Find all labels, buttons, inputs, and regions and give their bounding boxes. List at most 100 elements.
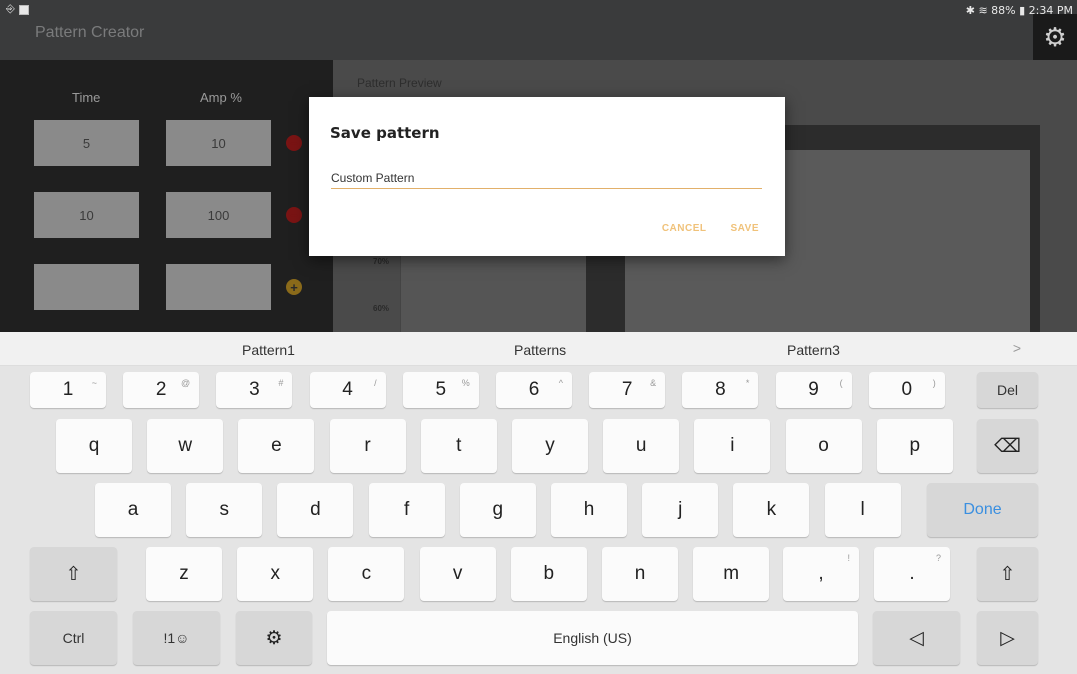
amp-field-row-3[interactable] [166, 264, 271, 310]
key-f-label: f [403, 499, 410, 520]
plus-icon: + [290, 279, 298, 295]
key-n[interactable]: n [602, 547, 678, 601]
key-i-label: i [730, 435, 735, 456]
nfc-icon: ⎆ [6, 3, 15, 15]
gear-icon: ⚙ [265, 627, 283, 649]
key-r-label: r [364, 435, 371, 456]
time-field-row-3[interactable] [34, 264, 139, 310]
key-0[interactable]: 0) [868, 372, 945, 408]
key-z[interactable]: z [146, 547, 222, 601]
key-u[interactable]: u [603, 419, 680, 473]
shift-left-key[interactable]: ⇧ [30, 547, 117, 601]
key-o[interactable]: o [785, 419, 862, 473]
key-r[interactable]: r [329, 419, 406, 473]
key-h[interactable]: h [551, 483, 627, 537]
key-2[interactable]: 2 @ [123, 372, 200, 408]
key-6-hint: ^ [558, 378, 563, 388]
key-c[interactable]: c [328, 547, 405, 601]
key-a-label: a [127, 499, 139, 520]
key-s-label: s [219, 499, 229, 520]
key-6[interactable]: 6 ^ [496, 372, 572, 408]
symbols-key[interactable]: !1☺ [133, 611, 220, 665]
suggestion-2[interactable]: Patterns [514, 342, 566, 358]
key-3-hint: # [278, 378, 284, 388]
cancel-button[interactable]: CANCEL [662, 223, 707, 234]
key-4-label: 4 [342, 379, 353, 400]
suggestion-more-icon[interactable]: > [1013, 340, 1021, 356]
key-k[interactable]: k [733, 483, 810, 537]
settings-button[interactable]: ⚙ [1033, 14, 1077, 60]
battery-icon: ▮ [1019, 4, 1026, 17]
key-w-label: w [178, 435, 193, 456]
delete-key-label: Del [996, 382, 1018, 398]
key-t-label: t [456, 435, 462, 456]
backspace-key[interactable]: ⌫ [977, 419, 1038, 473]
shift-right-key[interactable]: ⇧ [977, 547, 1038, 601]
column-header-amp: Amp % [200, 90, 242, 105]
key-9[interactable]: 9( [775, 372, 852, 408]
key-comma[interactable]: ,! [783, 547, 859, 601]
remove-row-1-button[interactable]: − [286, 135, 302, 151]
key-p-label: p [909, 435, 921, 456]
suggestion-3[interactable]: Pattern3 [787, 342, 840, 358]
ctrl-key-label: Ctrl [62, 630, 85, 646]
key-i[interactable]: i [694, 419, 771, 473]
add-row-button[interactable]: + [286, 279, 302, 295]
key-d[interactable]: d [277, 483, 354, 537]
cursor-left-key[interactable]: ◁ [873, 611, 960, 665]
key-1[interactable]: 1 ~ [30, 372, 106, 408]
pattern-table: Time Amp % 5 10 − 10 100 − + [0, 60, 333, 332]
key-7-label: 7 [621, 379, 633, 400]
space-key[interactable]: English (US) [327, 611, 858, 665]
gear-icon: ⚙ [1043, 21, 1067, 52]
key-period[interactable]: .? [874, 547, 950, 601]
done-key[interactable]: Done [927, 483, 1038, 537]
key-m[interactable]: m [693, 547, 770, 601]
key-comma-hint: ! [847, 553, 850, 563]
key-j-label: j [678, 499, 683, 520]
key-v-label: v [452, 563, 463, 584]
key-1-hint: ~ [91, 378, 97, 388]
pattern-name-input[interactable] [331, 167, 762, 189]
key-3[interactable]: 3 # [216, 372, 293, 408]
key-t[interactable]: t [420, 419, 497, 473]
save-button[interactable]: SAVE [731, 223, 760, 234]
key-l[interactable]: l [824, 483, 901, 537]
key-q[interactable]: q [56, 419, 132, 473]
amp-field-row-2[interactable]: 100 [166, 192, 271, 238]
image-icon [18, 4, 29, 15]
minus-icon: − [290, 135, 298, 151]
key-x[interactable]: x [237, 547, 314, 601]
key-p[interactable]: p [876, 419, 953, 473]
delete-key[interactable]: Del [977, 372, 1038, 408]
key-b[interactable]: b [510, 547, 587, 601]
key-l-label: l [860, 499, 865, 520]
time-field-row-1[interactable]: 5 [34, 120, 139, 166]
key-7[interactable]: 7 & [589, 372, 666, 408]
key-s[interactable]: s [186, 483, 263, 537]
wifi-icon: ≋ [978, 4, 988, 17]
key-w[interactable]: w [147, 419, 224, 473]
key-5[interactable]: 5% [402, 372, 479, 408]
suggestion-1[interactable]: Pattern1 [242, 342, 295, 358]
battery-level: 88% [991, 4, 1016, 17]
ctrl-key[interactable]: Ctrl [30, 611, 117, 665]
remove-row-2-button[interactable]: − [286, 207, 302, 223]
key-e[interactable]: e [238, 419, 315, 473]
key-a[interactable]: a [95, 483, 171, 537]
key-2-hint: @ [181, 378, 191, 388]
key-y[interactable]: y [512, 419, 588, 473]
cursor-right-key[interactable]: ▷ [977, 611, 1038, 665]
key-v[interactable]: v [419, 547, 496, 601]
time-field-row-2[interactable]: 10 [34, 192, 139, 238]
key-f[interactable]: f [368, 483, 445, 537]
done-key-label: Done [963, 501, 1002, 518]
key-9-label: 9 [808, 379, 819, 400]
keyboard-settings-key[interactable]: ⚙ [236, 611, 312, 665]
amp-field-row-1[interactable]: 10 [166, 120, 271, 166]
key-8[interactable]: 8 * [682, 372, 759, 408]
key-4[interactable]: 4/ [309, 372, 386, 408]
minus-icon: − [290, 207, 298, 223]
key-j[interactable]: j [642, 483, 719, 537]
key-g[interactable]: g [459, 483, 536, 537]
